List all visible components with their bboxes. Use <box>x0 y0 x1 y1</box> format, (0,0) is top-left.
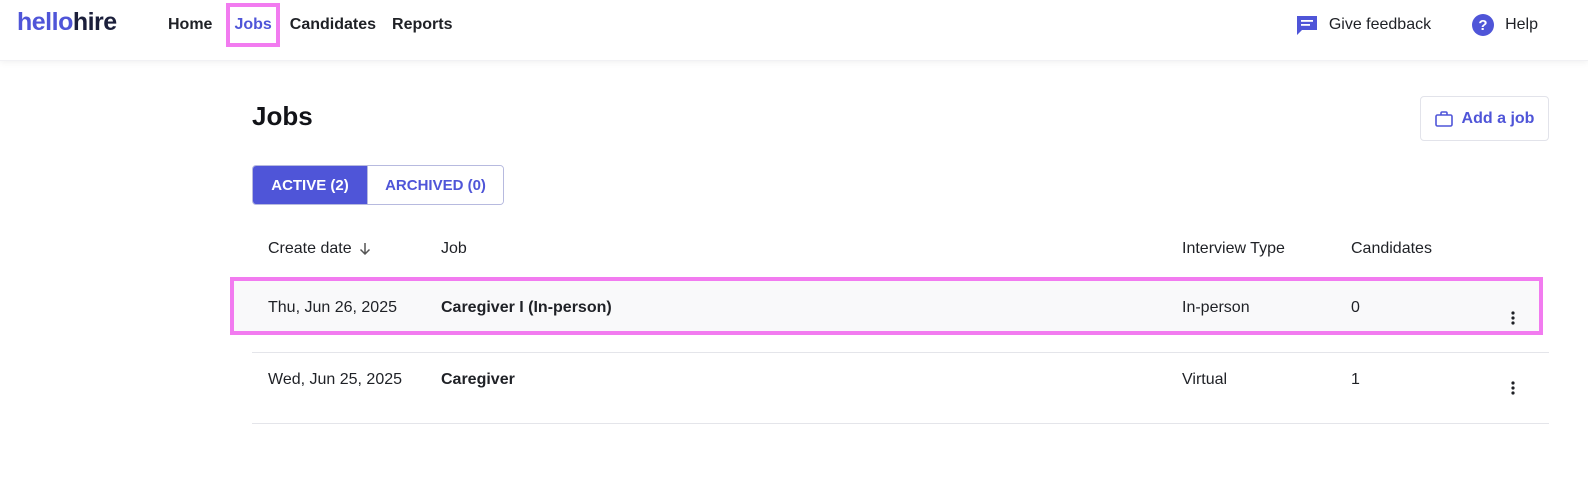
row-more-options-icon[interactable] <box>1503 378 1523 398</box>
row-job-title[interactable]: Caregiver <box>441 371 515 389</box>
table-row[interactable]: Wed, Jun 25, 2025 Caregiver Virtual 1 <box>252 352 1549 424</box>
row-candidates-count: 1 <box>1351 371 1360 388</box>
hellohire-logo[interactable]: hellohire <box>17 8 117 37</box>
tab-archived[interactable]: ARCHIVED (0) <box>367 166 503 204</box>
feedback-icon <box>1296 16 1317 35</box>
row-candidates-count: 0 <box>1351 299 1360 316</box>
nav-reports[interactable]: Reports <box>392 7 452 43</box>
help-label: Help <box>1505 16 1538 33</box>
help-icon: ? <box>1472 14 1495 36</box>
logo-hire: hire <box>72 8 117 36</box>
page-title: Jobs <box>252 101 313 131</box>
add-job-label: Add a job <box>1461 109 1535 127</box>
nav-home[interactable]: Home <box>168 7 212 43</box>
top-bar: hellohire Home Jobs Candidates Reports G… <box>0 0 1588 61</box>
column-header-candidates: Candidates <box>1351 240 1432 257</box>
row-create-date: Thu, Jun 26, 2025 <box>268 299 397 316</box>
nav-candidates[interactable]: Candidates <box>290 7 376 43</box>
table-row[interactable]: Thu, Jun 26, 2025 Caregiver I (In-person… <box>230 277 1543 335</box>
briefcase-icon <box>1434 110 1453 127</box>
main-nav: Home Jobs Candidates Reports <box>160 0 469 50</box>
column-header-job: Job <box>441 240 467 257</box>
svg-text:?: ? <box>1479 17 1488 34</box>
row-interview-type: In-person <box>1182 299 1250 316</box>
give-feedback-button[interactable]: Give feedback <box>1295 13 1431 37</box>
help-button[interactable]: ? Help <box>1471 13 1538 37</box>
tab-active[interactable]: ACTIVE (2) <box>253 166 367 204</box>
job-status-tabs: ACTIVE (2) ARCHIVED (0) <box>252 165 504 205</box>
column-header-interview-type: Interview Type <box>1182 240 1285 257</box>
row-create-date: Wed, Jun 25, 2025 <box>268 371 403 388</box>
top-right-actions: Give feedback ? Help <box>1295 0 1588 50</box>
sort-arrow-down-icon <box>359 243 370 256</box>
column-header-create-date[interactable]: Create date <box>268 240 372 258</box>
give-feedback-label: Give feedback <box>1328 16 1432 33</box>
nav-jobs[interactable]: Jobs <box>226 3 280 47</box>
logo-hello: hello <box>17 8 73 36</box>
row-job-title[interactable]: Caregiver I (In-person) <box>441 299 612 317</box>
row-more-options-icon[interactable] <box>1503 308 1523 328</box>
row-interview-type: Virtual <box>1182 371 1228 388</box>
add-job-button[interactable]: Add a job <box>1420 96 1549 141</box>
create-date-label: Create date <box>268 240 352 257</box>
